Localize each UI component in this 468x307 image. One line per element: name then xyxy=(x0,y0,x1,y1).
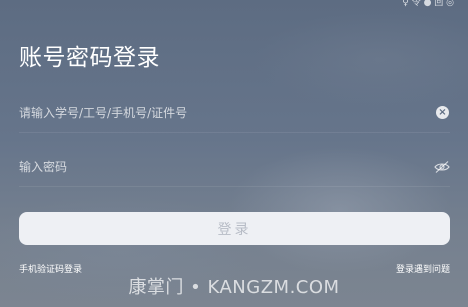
sms-login-link[interactable]: 手机验证码登录 xyxy=(19,262,82,275)
password-input[interactable] xyxy=(19,155,419,179)
watermark: 康掌门 • KANGZM.COM xyxy=(128,277,340,298)
username-field: × xyxy=(19,101,450,133)
password-divider xyxy=(19,186,450,187)
username-input[interactable] xyxy=(19,101,419,125)
login-problem-link[interactable]: 登录遇到问题 xyxy=(396,262,450,275)
page-title: 账号密码登录 xyxy=(19,45,160,71)
eye-off-icon[interactable] xyxy=(434,160,450,174)
password-field xyxy=(19,155,450,187)
username-divider xyxy=(19,132,450,133)
status-bar-fragment: ♀ 令 ● 回 ◎ xyxy=(402,0,454,8)
clear-icon[interactable]: × xyxy=(436,106,449,119)
login-button[interactable]: 登录 xyxy=(19,212,450,245)
